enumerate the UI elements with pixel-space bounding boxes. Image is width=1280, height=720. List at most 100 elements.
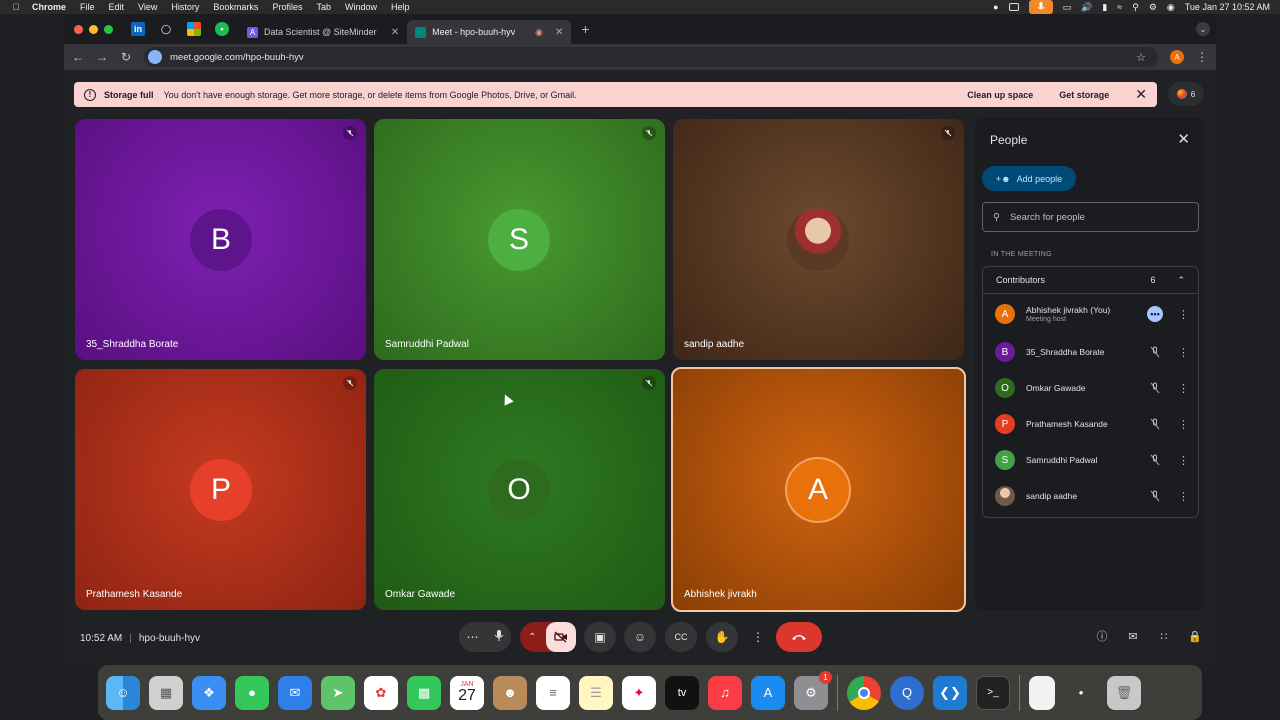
menu-chrome[interactable]: Chrome [32,2,66,12]
chat-icon[interactable]: ✉ [1126,629,1140,643]
contacts-icon[interactable]: ☻ [493,675,527,710]
quicktime-icon[interactable]: Q [890,675,924,710]
screen-mirror-icon[interactable] [1008,3,1019,11]
spotlight-icon[interactable]: ⚲ [1132,2,1139,13]
mic-status-icon[interactable] [1028,0,1053,14]
wifi-icon[interactable]: ≈ [1117,2,1122,12]
forward-icon[interactable]: → [96,50,108,64]
menu-view[interactable]: View [138,2,157,12]
reactions-button[interactable]: ☺ [624,622,656,652]
host-controls-icon[interactable]: 🔒 [1188,629,1202,643]
menu-file[interactable]: File [80,2,95,12]
participant-row[interactable]: P Prathamesh Kasande ⋮ [983,406,1198,442]
menu-edit[interactable]: Edit [109,2,125,12]
muted-mic-icon[interactable] [1146,454,1164,466]
zoom-window-button[interactable] [104,24,113,34]
address-bar[interactable]: meet.google.com/hpo-buuh-hyv ☆ [144,47,1158,67]
microphone-icon[interactable] [494,629,504,645]
downloads-stack-icon[interactable]: • [1064,676,1098,710]
menu-profiles[interactable]: Profiles [272,2,302,12]
participant-tile-active-speaker[interactable]: A Abhishek jivrakh [671,367,966,612]
display-icon[interactable]: ▭ [1063,2,1072,13]
menu-bookmarks[interactable]: Bookmarks [213,2,258,12]
trash-icon[interactable]: 🗑 [1107,675,1141,710]
app-store-icon[interactable]: A [751,675,785,710]
menubar-clock[interactable]: Tue Jan 27 10:52 AM [1185,2,1270,12]
photos-icon[interactable]: ✿ [364,675,398,710]
camera-off-icon[interactable] [546,622,576,652]
system-settings-icon[interactable]: ⚙ 1 [794,670,832,710]
add-people-button[interactable]: +☻ Add people [982,166,1076,191]
muted-mic-icon[interactable] [1146,382,1164,394]
menu-window[interactable]: Window [345,2,377,12]
battery-icon[interactable]: ▮ [1102,2,1107,13]
participant-row[interactable]: sandip aadhe ⋮ [983,478,1198,514]
more-options-icon[interactable]: ⋮ [1178,346,1189,359]
chevron-up-icon[interactable]: ⌃ [1177,275,1185,286]
muted-mic-icon[interactable] [1146,490,1164,502]
calendar-icon[interactable]: JAN 27 [450,675,484,710]
more-options-icon[interactable]: ⋮ [1178,454,1189,467]
close-tab-icon[interactable]: ✕ [391,27,399,38]
video-options-icon[interactable]: ⌃ [528,632,536,643]
chrome-menu-icon[interactable]: ⋮ [1196,50,1208,64]
siri-icon[interactable]: ◉ [1167,2,1175,13]
safari-icon[interactable]: ❖ [192,675,226,710]
participant-tile[interactable]: B 35_Shraddha Borate [75,119,366,360]
finder-icon[interactable]: ☺ [106,675,140,710]
more-options-button[interactable]: ⋮ [748,622,768,652]
chrome-icon[interactable] [847,675,881,710]
raise-hand-button[interactable]: ✋ [706,622,738,652]
maps-icon[interactable]: ➤ [321,675,355,710]
participant-row[interactable]: S Samruddhi Padwal ⋮ [983,442,1198,478]
activities-icon[interactable]: ∷ [1157,629,1171,643]
participant-row[interactable]: B 35_Shraddha Borate ⋮ [983,334,1198,370]
participants-button[interactable]: 6 [1168,82,1204,106]
back-icon[interactable]: ← [72,50,84,64]
apple-tv-icon[interactable]: tv [665,675,699,710]
mail-icon[interactable]: ✉ [278,675,312,710]
launchpad-icon[interactable]: ▦ [149,675,183,710]
new-tab-button[interactable]: + [581,21,589,37]
control-center-icon[interactable]: ⚙ [1149,2,1157,13]
document-stack-icon[interactable] [1029,675,1055,710]
freeform-icon[interactable]: ✦ [622,675,656,710]
get-storage-button[interactable]: Get storage [1059,90,1109,100]
tab-meet[interactable]: Meet - hpo-buuh-hyv ◉ ✕ [407,20,572,44]
participant-row[interactable]: A Abhishek jivrakh (You) Meeting host •••… [983,294,1198,334]
menu-tab[interactable]: Tab [316,2,331,12]
tab-siteminder[interactable]: A Data Scientist @ SiteMinder ✕ [239,20,407,44]
more-options-icon[interactable]: ⋮ [1178,418,1189,431]
close-banner-icon[interactable]: ✕ [1135,86,1147,103]
present-screen-button[interactable]: ▣ [584,622,616,652]
participant-tile[interactable]: P Prathamesh Kasande [75,369,366,610]
reload-icon[interactable]: ↻ [120,50,132,64]
muted-mic-icon[interactable] [1146,346,1164,358]
captions-button[interactable]: CC [665,622,697,652]
minimize-window-button[interactable] [89,24,98,34]
clean-up-space-button[interactable]: Clean up space [967,90,1033,100]
messages-icon[interactable]: ● [235,675,269,710]
contributors-header[interactable]: Contributors 6 ⌃ [983,267,1198,294]
meeting-details-icon[interactable]: ⓘ [1095,629,1109,643]
bookmark-star-icon[interactable]: ☆ [1136,51,1146,64]
close-tab-icon[interactable]: ✕ [555,27,563,38]
profile-avatar[interactable]: A [1170,50,1184,64]
participant-tile[interactable]: S Samruddhi Padwal [374,119,665,360]
participant-row[interactable]: O Omkar Gawade ⋮ [983,370,1198,406]
vscode-icon[interactable]: ❮❯ [933,675,967,710]
microsoft-tab-icon[interactable] [187,22,201,36]
more-options-icon[interactable]: ⋮ [1178,308,1189,321]
participant-tile[interactable]: sandip aadhe [673,119,964,360]
close-panel-icon[interactable]: ✕ [1177,130,1190,148]
terminal-icon[interactable]: >_ [976,675,1010,710]
reminders-icon[interactable]: ≡ [536,675,570,710]
muted-mic-icon[interactable] [1146,418,1164,430]
record-icon[interactable]: ● [993,2,998,12]
facetime-icon[interactable]: ▩ [407,675,441,710]
music-icon[interactable]: ♫ [708,675,742,710]
close-window-button[interactable] [74,24,83,34]
chat-tab-icon[interactable]: • [215,22,229,36]
apple-menu-icon[interactable]:  [10,2,22,12]
github-tab-icon[interactable]: ◯ [159,22,173,36]
